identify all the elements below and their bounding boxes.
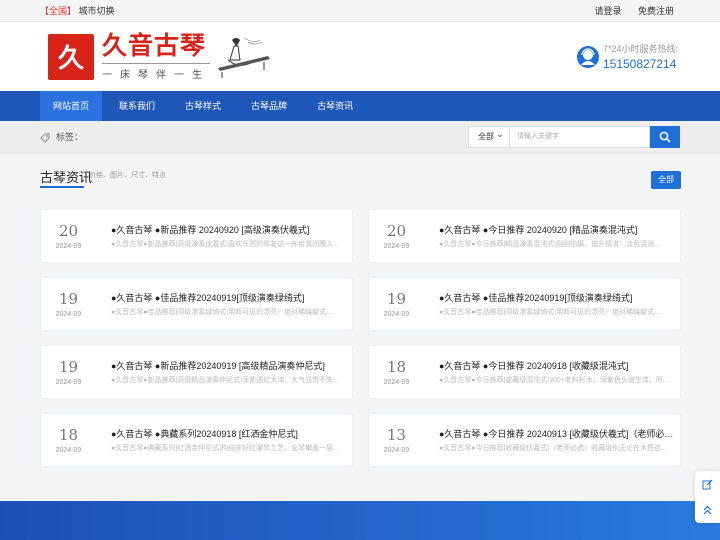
region-label[interactable]: 【全国】 — [40, 6, 76, 16]
hotline-label: 7*24小时服务热线: — [602, 44, 678, 54]
nav-item-styles[interactable]: 古琴样式 — [172, 91, 234, 121]
section-title-underline — [40, 186, 84, 188]
login-link[interactable]: 请登录 — [594, 6, 621, 16]
tag-icon — [40, 133, 50, 143]
search-button[interactable] — [650, 126, 680, 148]
article-card[interactable]: 18 2024-09 ●久音古琴 ●典藏系列20240918 [红洒金仲尼式] … — [40, 413, 353, 467]
article-summary: ●久音古琴●典藏系列|红洒金仲尼式|构自床好红曜琴工艺，全琴攀盖一层... — [111, 445, 339, 452]
floating-toolbar — [695, 471, 720, 523]
back-to-top-icon — [703, 505, 712, 514]
article-title[interactable]: ●久音古琴 ●新品推荐20240919 [高级精品演奏仲尼式] — [111, 359, 346, 372]
article-year-month: 2024-09 — [383, 447, 410, 454]
article-title[interactable]: ●久音古琴 ●今日推荐 20240913 [收藏级伏羲式]（老师必选） — [439, 427, 674, 440]
search-input[interactable]: 请输入关键字 — [510, 126, 650, 148]
article-year-month: 2024-09 — [55, 243, 82, 250]
article-year-month: 2024-09 — [383, 311, 410, 318]
article-day: 18 — [58, 426, 79, 444]
article-title[interactable]: ●久音古琴 ●今日推荐 20240918 [收藏级混沌式] — [439, 359, 674, 372]
logo-title: 久音古琴 — [102, 32, 207, 60]
article-title[interactable]: ●久音古琴 ●典藏系列20240918 [红洒金仲尼式] — [111, 427, 346, 440]
article-card[interactable]: 13 2024-09 ●久音古琴 ●今日推荐 20240913 [收藏级伏羲式]… — [368, 413, 681, 467]
search-icon — [659, 131, 671, 143]
search-box: 全部 请输入关键字 — [468, 125, 680, 148]
news-section-header: 古琴资讯 价格、图片、尺寸、特点 全部 — [0, 154, 720, 202]
article-year-month: 2024-09 — [55, 311, 82, 318]
article-day: 19 — [58, 358, 79, 376]
article-summary: ●久音古琴●新品推荐|高级精品演奏仲尼式|深紫透红大漆，大气显贵不失... — [111, 377, 339, 384]
article-summary: ●久音古琴●今日推荐|精品演奏混沌式|刚刚拍摄，提升精湛！淡色温润... — [439, 241, 660, 248]
filter-bar: 标签： 全部 请输入关键字 — [0, 121, 720, 154]
city-switch-link[interactable]: 城市切换 — [79, 6, 115, 16]
main-nav: 网站首页 联系我们 古琴样式 古琴品牌 古琴资讯 — [0, 91, 720, 121]
top-bar: 【全国】 城市切换 请登录 免费注册 — [0, 0, 720, 22]
article-card[interactable]: 20 2024-09 ●久音古琴 ●新品推荐 20240920 [高级演奏伏羲式… — [40, 209, 353, 263]
article-card[interactable]: 19 2024-09 ●久音古琴 ●佳品推荐20240919[顶级演奏绿绮式] … — [40, 277, 353, 331]
article-card[interactable]: 18 2024-09 ●久音古琴 ●今日推荐 20240918 [收藏级混沌式]… — [368, 345, 681, 399]
edit-icon — [702, 479, 713, 489]
article-title[interactable]: ●久音古琴 ●今日推荐 20240920 [精品演奏混沌式] — [439, 223, 674, 236]
article-day: 20 — [58, 222, 79, 240]
article-summary: ●久音古琴●新品推荐|高级演奏伏羲式|喜欢沃然的琴友这一床给我闭眼入... — [111, 241, 339, 248]
category-select[interactable]: 全部 — [468, 125, 510, 148]
article-year-month: 2024-09 — [383, 379, 410, 386]
tag-label: 标签： — [56, 132, 84, 142]
footer-band — [0, 501, 720, 540]
article-day: 19 — [58, 290, 79, 308]
hotline: 7*24小时服务热线: 15150827214 — [576, 42, 678, 71]
site-header: 久 久音古琴 一床琴伴一生 7*24小时服务热线: 15150827214 — [0, 22, 720, 91]
section-title: 古琴资讯 — [40, 170, 93, 185]
nav-item-brands[interactable]: 古琴品牌 — [238, 91, 300, 121]
article-summary: ●久音古琴●佳品推荐|顶级演奏绿绮式|用断可见的漂亮！绝对稀缺款式... — [111, 309, 332, 316]
register-link[interactable]: 免费注册 — [638, 6, 674, 16]
logo-mark: 久 — [48, 33, 94, 80]
account-links: 请登录 免费注册 — [580, 0, 674, 22]
article-day: 18 — [386, 358, 407, 376]
article-summary: ●久音古琴●今日推荐|收藏级伏羲式|（老师必选）收藏级别无论在木质选... — [439, 445, 667, 452]
article-year-month: 2024-09 — [55, 447, 82, 454]
article-title[interactable]: ●久音古琴 ●新品推荐 20240920 [高级演奏伏羲式] — [111, 223, 346, 236]
logo-slogan: 一床琴伴一生 — [102, 63, 210, 81]
guqin-player-illustration — [218, 37, 270, 78]
article-year-month: 2024-09 — [383, 243, 410, 250]
article-title[interactable]: ●久音古琴 ●佳品推荐20240919[顶级演奏绿绮式] — [439, 291, 674, 304]
article-year-month: 2024-09 — [55, 379, 82, 386]
all-button[interactable]: 全部 — [651, 171, 681, 189]
logo-text: 久音古琴 一床琴伴一生 — [102, 32, 210, 81]
section-subtitle: 价格、图片、尺寸、特点 — [89, 172, 166, 179]
article-day: 13 — [386, 426, 407, 444]
article-card[interactable]: 19 2024-09 ●久音古琴 ●新品推荐20240919 [高级精品演奏仲尼… — [40, 345, 353, 399]
edit-tool[interactable] — [695, 471, 720, 497]
site-logo[interactable]: 久 久音古琴 一床琴伴一生 — [48, 32, 272, 81]
tag-filter: 标签： — [40, 121, 83, 154]
nav-item-home[interactable]: 网站首页 — [40, 91, 103, 121]
article-card[interactable]: 19 2024-09 ●久音古琴 ●佳品推荐20240919[顶级演奏绿绮式] … — [368, 277, 681, 331]
article-summary: ●久音古琴●佳品推荐|顶级演奏绿绮式|用断可见的漂亮！绝对稀缺款式... — [439, 309, 660, 316]
article-summary: ●久音古琴●今日推荐|收藏级混沌式|300+老料杉木，深紫色头道生漆，所... — [439, 377, 669, 384]
nav-item-contact[interactable]: 联系我们 — [106, 91, 168, 121]
hotline-number[interactable]: 15150827214 — [603, 57, 678, 71]
back-to-top-tool[interactable] — [695, 497, 720, 523]
nav-item-news[interactable]: 古琴资讯 — [304, 91, 366, 121]
city-switch-area[interactable]: 【全国】 城市切换 — [40, 0, 115, 22]
article-day: 20 — [386, 222, 407, 240]
article-title[interactable]: ●久音古琴 ●佳品推荐20240919[顶级演奏绿绮式] — [111, 291, 346, 304]
customer-service-icon — [576, 45, 599, 68]
article-card[interactable]: 20 2024-09 ●久音古琴 ●今日推荐 20240920 [精品演奏混沌式… — [368, 209, 681, 263]
article-day: 19 — [386, 290, 407, 308]
